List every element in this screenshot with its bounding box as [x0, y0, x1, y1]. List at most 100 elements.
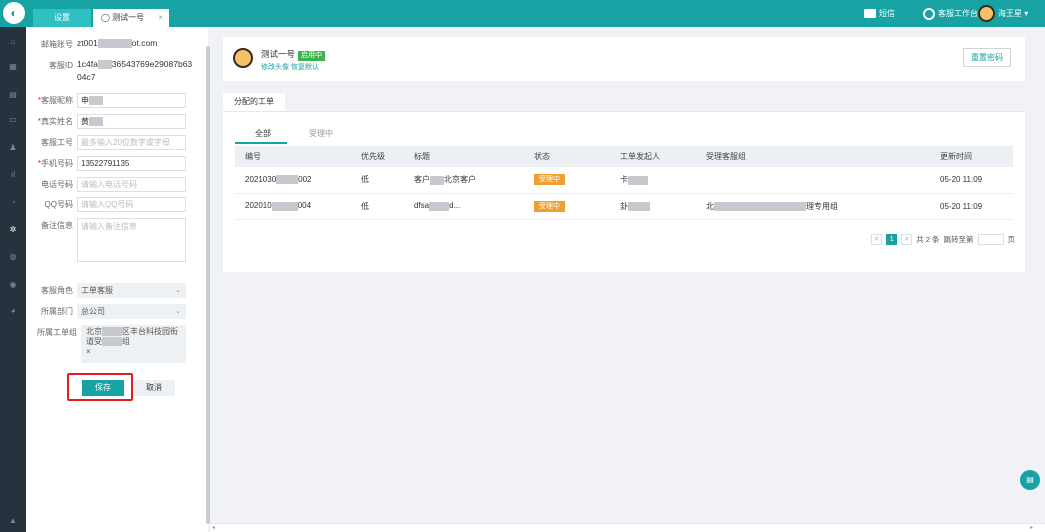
jump-label: 跳转至第 — [943, 235, 974, 244]
tab-assigned-tickets[interactable]: 分配的工单 — [223, 93, 285, 111]
tab-agent-label: ◯ 测试一号 — [101, 13, 145, 22]
reset-password-button[interactable]: 重置密码 — [963, 48, 1011, 67]
agent-id-line2: 04c7 — [77, 72, 96, 82]
stats-icon[interactable]: ıl — [0, 164, 26, 186]
vertical-scrollbar[interactable] — [206, 46, 210, 524]
nickname-input[interactable]: 申 — [77, 93, 186, 108]
agent-id-label: 客服ID — [49, 61, 73, 70]
subtab-processing[interactable]: 受理中 — [309, 128, 333, 139]
workbench-link[interactable]: 客服工作台 — [923, 0, 978, 27]
search-icon[interactable]: ◔ — [0, 192, 26, 214]
cell-title: dfsa d... — [404, 193, 524, 220]
table-row[interactable]: 2021030 002 低 客户 北京客户 受理中 卡 05-20 11:09 — [235, 167, 1013, 194]
profile-card: 测试一号 启用中 修改头像 恢复默认 重置密码 — [223, 37, 1025, 81]
chat-icon[interactable]: ◍ — [0, 246, 26, 268]
realname-row: *真实姓名 黄 — [26, 114, 208, 129]
help-icon[interactable]: ◉ — [0, 274, 26, 296]
agent-avatar[interactable] — [233, 48, 253, 68]
horizontal-scrollbar[interactable]: ◂ ▸ — [210, 523, 1045, 532]
ticket-icon[interactable]: ▭ — [0, 109, 26, 131]
sms-link[interactable]: 短信 — [864, 0, 895, 27]
initiator-a: 卡 — [620, 175, 628, 185]
nickname-value: 申 — [81, 96, 89, 105]
total-count: 共 2 条 — [916, 235, 940, 244]
agent-id-value: 1c4fa 36543769e29087b63 04c7 — [77, 58, 201, 84]
dept-value: 总公司 — [81, 307, 105, 316]
prev-page-button[interactable]: < — [871, 234, 883, 245]
cell-title: 客户 北京客户 — [404, 167, 524, 194]
title-b: 北京客户 — [444, 175, 476, 185]
dept-select[interactable]: 总公司 ⌄ — [77, 304, 186, 319]
tab-settings[interactable]: 设置 — [33, 9, 91, 27]
cancel-button[interactable]: 取消 — [133, 380, 175, 396]
headset-icon — [923, 7, 935, 20]
table-row[interactable]: 202010 004 低 dfsa d... 受理中 卦 北 理专用组 05-20 1… — [235, 193, 1013, 220]
redacted-block — [271, 201, 298, 211]
cell-status: 受理中 — [524, 167, 610, 194]
chat-fab[interactable]: ▤ — [1020, 470, 1040, 490]
user-name: 海王星 ▾ — [998, 9, 1029, 18]
subtab-all[interactable]: 全部 — [255, 128, 271, 139]
agent-form-panel: 邮箱账号 zt001 ot.com 客服ID 1c4fa 36543769e2908… — [26, 27, 208, 532]
agent-id-prefix: 1c4fa — [77, 59, 98, 69]
grid-icon[interactable]: ▦ — [0, 56, 26, 78]
col-group: 受理客服组 — [696, 146, 930, 167]
qq-label: QQ号码 — [44, 200, 73, 209]
page-unit: 页 — [1007, 235, 1016, 244]
cell-updated: 05-20 11:09 — [930, 167, 1013, 194]
tag-remove-icon[interactable]: × — [86, 347, 91, 356]
remark-label: 备注信息 — [41, 221, 73, 230]
realname-input[interactable]: 黄 — [77, 114, 186, 129]
job-no-input[interactable]: 最多输入20位数字或字母 — [77, 135, 186, 150]
redacted-block — [430, 175, 444, 185]
bell-icon[interactable]: ▲ — [0, 510, 26, 532]
avatar-links[interactable]: 修改头像 恢复默认 — [261, 62, 319, 72]
user-menu[interactable]: 海王星 ▾ — [978, 0, 1028, 27]
gear-icon[interactable]: ✲ — [0, 219, 26, 241]
group-tag-select[interactable]: 北京 区丰台科技园街 道受 组 × — [81, 325, 186, 363]
tab-agent-detail[interactable]: ◯ 测试一号 × — [93, 9, 169, 27]
left-nav: ⌂ ▦ ▤ ▭ ♟ ıl ◔ ✲ ◍ ◉ ◕ ▲ — [0, 27, 26, 532]
group-line1: 北京 — [86, 327, 102, 336]
qq-input[interactable]: 请输入QQ号码 — [77, 197, 186, 212]
mobile-input[interactable]: 13522791135 — [77, 156, 186, 171]
email-label: 邮箱账号 — [41, 40, 73, 49]
app-logo[interactable]: ◐ — [3, 2, 25, 24]
remark-textarea[interactable]: 请输入备注信息 — [77, 218, 186, 262]
cell-updated: 05-20 11:09 — [930, 193, 1013, 220]
role-select[interactable]: 工单客服 ⌄ — [77, 283, 186, 298]
phone-input[interactable]: 请输入电话号码 — [77, 177, 186, 192]
col-title: 标题 — [404, 146, 524, 167]
cell-id: 202010 004 — [235, 193, 351, 220]
scroll-right-icon[interactable]: ▸ — [1030, 524, 1033, 531]
mobile-label-text: 手机号码 — [41, 159, 73, 168]
group-line2: 道受 — [86, 337, 102, 346]
initiator-a: 卦 — [620, 201, 628, 211]
page-1-button[interactable]: 1 — [886, 234, 898, 245]
active-tab-underline — [235, 142, 287, 144]
mobile-row: *手机号码 13522791135 — [26, 156, 208, 171]
users-icon[interactable]: ♟ — [0, 137, 26, 159]
scroll-left-icon[interactable]: ◂ — [212, 524, 215, 531]
col-status: 状态 — [524, 146, 610, 167]
chat-icon: ▤ — [1026, 475, 1034, 484]
close-icon[interactable]: × — [158, 9, 163, 27]
cell-group — [696, 167, 930, 194]
role-value: 工单客服 — [81, 286, 113, 295]
agent-name: 测试一号 启用中 — [261, 48, 326, 61]
realname-label: *真实姓名 — [26, 114, 77, 129]
document-icon[interactable]: ▤ — [0, 84, 26, 106]
realname-value: 黄 — [81, 117, 89, 126]
home-icon[interactable]: ⌂ — [0, 31, 26, 53]
top-bar: ◐ 设置 ◯ 测试一号 × 短信 客服工作台 海王星 ▾ — [0, 0, 1045, 27]
realname-label-text: 真实姓名 — [41, 117, 73, 126]
email-prefix: zt001 — [77, 38, 98, 48]
redacted-block — [628, 175, 648, 185]
profile-icon[interactable]: ◕ — [0, 300, 26, 322]
id-a: 2021030 — [245, 175, 277, 185]
qq-row: QQ号码 请输入QQ号码 — [26, 197, 208, 212]
page-jump-input[interactable] — [977, 234, 1004, 245]
next-page-button[interactable]: > — [901, 234, 913, 245]
workbench-label: 客服工作台 — [938, 9, 978, 18]
redacted-block — [714, 201, 806, 211]
